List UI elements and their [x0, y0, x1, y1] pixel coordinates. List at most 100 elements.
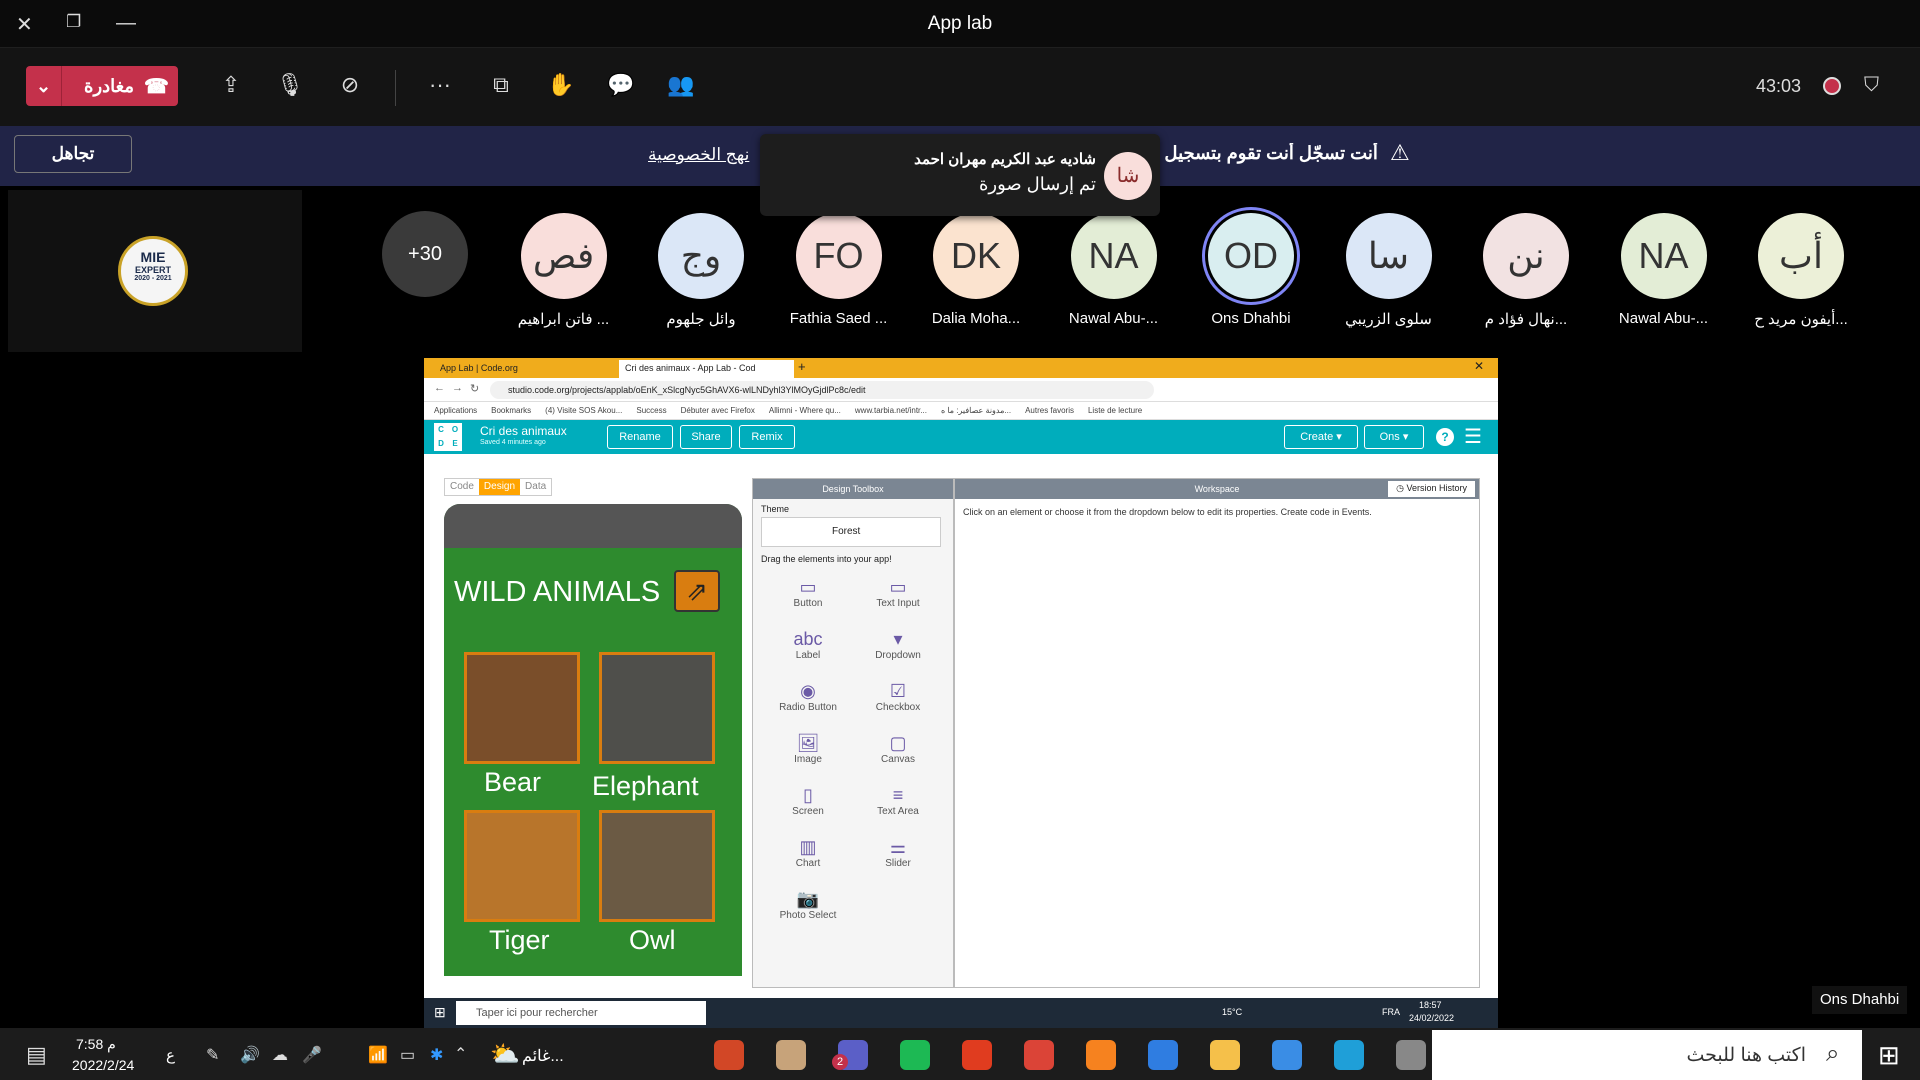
participant-avatar[interactable]: فص [520, 213, 607, 299]
user-dropdown[interactable]: Ons ▾ [1364, 425, 1424, 449]
explorer-app-icon[interactable] [1210, 1040, 1240, 1070]
theme-dropdown[interactable]: Forest [761, 517, 941, 547]
participant-avatar[interactable]: NA [1070, 213, 1157, 299]
label-tiger[interactable]: Tiger [489, 925, 550, 956]
windows-start-icon[interactable]: ⊞ [1878, 1040, 1900, 1071]
toolbox-element[interactable]: abc Label [763, 629, 853, 661]
bookmark-item[interactable]: www.tarbia.net/intr... [855, 406, 927, 415]
brave-app-icon[interactable] [1086, 1040, 1116, 1070]
task-view-icon[interactable] [1396, 1040, 1426, 1070]
windows-start-icon[interactable]: ⊞ [434, 1004, 446, 1021]
bear-image[interactable] [464, 652, 580, 764]
participant-avatar[interactable]: DK [933, 213, 1019, 299]
browser-close-icon[interactable]: ✕ [1474, 359, 1484, 373]
spotify-app-icon[interactable] [900, 1040, 930, 1070]
ignore-button[interactable]: تجاهل [14, 135, 132, 173]
more-options-icon[interactable]: ··· [425, 72, 455, 102]
bookmark-item[interactable]: Applications [434, 406, 477, 415]
camera-off-icon[interactable]: ⊘ [335, 72, 365, 102]
tab-design[interactable]: Design [478, 479, 521, 495]
new-tab-icon[interactable]: + [798, 359, 806, 374]
url-field[interactable]: studio.code.org/projects/applab/oEnK_xSl… [490, 381, 1154, 399]
toolbox-element[interactable]: 🖼 Image [763, 733, 853, 765]
label-owl[interactable]: Owl [629, 925, 676, 956]
tab-data[interactable]: Data [520, 479, 551, 495]
toolbox-element[interactable]: ≡ Text Area [853, 785, 943, 817]
participant-avatar[interactable]: OD [1208, 213, 1294, 299]
elephant-image[interactable] [599, 652, 715, 764]
notifications-icon[interactable]: ▤ [26, 1042, 47, 1068]
bookmark-item[interactable]: Bookmarks [491, 406, 531, 415]
codeorg-logo[interactable]: CODE [434, 423, 462, 451]
toolbox-element[interactable]: 📷 Photo Select [763, 889, 853, 921]
label-bear[interactable]: Bear [484, 767, 541, 798]
tray-chevron-icon[interactable]: ⌃ [454, 1044, 467, 1064]
inner-search-field[interactable]: Taper ici pour rechercher [456, 1001, 706, 1025]
pen-icon[interactable]: ✎ [206, 1045, 219, 1065]
raise-hand-icon[interactable]: ✋ [546, 72, 576, 102]
photos-app-icon[interactable] [776, 1040, 806, 1070]
menu-icon[interactable]: ☰ [1464, 424, 1482, 449]
toolbox-element[interactable]: ☑ Checkbox [853, 681, 943, 713]
project-name[interactable]: Cri des animaux [480, 424, 567, 438]
toolbox-element[interactable]: ▢ Canvas [853, 733, 943, 765]
bookmark-item[interactable]: Success [636, 406, 666, 415]
toolbox-element[interactable]: ▭ Text Input [853, 577, 943, 609]
tab-cri-des-animaux[interactable]: Cri des animaux - App Lab - Cod [619, 360, 794, 378]
more-participants-button[interactable]: +30 [382, 211, 468, 297]
bookmark-item[interactable]: Allimni - Where qu... [769, 406, 841, 415]
toolbox-element[interactable]: ▭ Button [763, 577, 853, 609]
create-dropdown[interactable]: Create ▾ [1284, 425, 1358, 449]
participant-avatar[interactable]: NA [1620, 213, 1707, 299]
bookmark-item[interactable]: Débuter avec Firefox [681, 406, 755, 415]
bookmark-item[interactable]: Autres favoris [1025, 406, 1074, 415]
microphone-icon[interactable]: 🎤 [302, 1045, 322, 1065]
toolbox-element[interactable]: ▥ Chart [763, 837, 853, 869]
back-icon[interactable]: ← [434, 382, 445, 394]
participant-avatar[interactable]: أب [1758, 213, 1844, 299]
remix-button[interactable]: Remix [739, 425, 795, 449]
mail-app-icon[interactable] [1272, 1040, 1302, 1070]
toolbox-element[interactable]: ◉ Radio Button [763, 681, 853, 713]
share-screen-icon[interactable]: ⇪ [216, 72, 246, 102]
participants-icon[interactable]: 👥 [666, 72, 696, 102]
participant-avatar[interactable]: FO [795, 213, 882, 299]
bookmark-item[interactable]: Liste de lecture [1088, 406, 1142, 415]
version-history-button[interactable]: ◷ Version History [1388, 481, 1475, 497]
reload-icon[interactable]: ↻ [470, 382, 479, 395]
tab-code[interactable]: Code [445, 479, 479, 495]
owl-image[interactable] [599, 810, 715, 922]
weather-icon[interactable]: ⛅ [490, 1040, 520, 1069]
participant-avatar[interactable]: نن [1483, 213, 1569, 299]
wifi-icon[interactable]: 📶 [368, 1045, 388, 1065]
help-icon[interactable]: ? [1436, 428, 1454, 446]
cloud-icon[interactable]: ☁ [272, 1045, 288, 1065]
toolbox-element[interactable]: ⚌ Slider [853, 837, 943, 869]
taskbar-search[interactable]: اكتب هنا للبحث [1432, 1030, 1862, 1080]
forward-icon[interactable]: → [452, 382, 463, 394]
share-export-icon[interactable]: ⇗ [674, 570, 720, 612]
office-app-icon[interactable] [962, 1040, 992, 1070]
chevron-down-icon[interactable]: ⌄ [26, 66, 62, 106]
rooms-icon[interactable]: ⧉ [486, 72, 516, 102]
leave-button[interactable]: ⌄ مغادرة ☎ [26, 66, 178, 106]
volume-icon[interactable]: 🔊 [240, 1045, 260, 1065]
battery-icon[interactable]: ▭ [400, 1045, 415, 1065]
taskbar-language[interactable]: ع [166, 1046, 175, 1064]
chat-icon[interactable]: 💬 [606, 72, 636, 102]
toolbox-element[interactable]: ▾ Dropdown [853, 629, 943, 661]
rename-button[interactable]: Rename [607, 425, 673, 449]
app-title[interactable]: WILD ANIMALS [454, 576, 660, 609]
chrome-app-icon[interactable] [1024, 1040, 1054, 1070]
share-button[interactable]: Share [680, 425, 732, 449]
tab-applab[interactable]: App Lab | Code.org [434, 360, 614, 376]
edge-app-icon[interactable] [1334, 1040, 1364, 1070]
label-elephant[interactable]: Elephant [592, 771, 699, 802]
store-app-icon[interactable] [1148, 1040, 1178, 1070]
privacy-link[interactable]: نهج الخصوصية [648, 145, 749, 165]
bookmark-item[interactable]: مدونة عصافير: ما ه... [941, 406, 1011, 415]
bookmark-item[interactable]: (4) Visite SOS Akou... [545, 406, 622, 415]
presentation-app-icon[interactable] [714, 1040, 744, 1070]
bluetooth-icon[interactable]: ✱ [430, 1045, 443, 1065]
shield-icon[interactable]: ⛉ [1864, 74, 1879, 97]
